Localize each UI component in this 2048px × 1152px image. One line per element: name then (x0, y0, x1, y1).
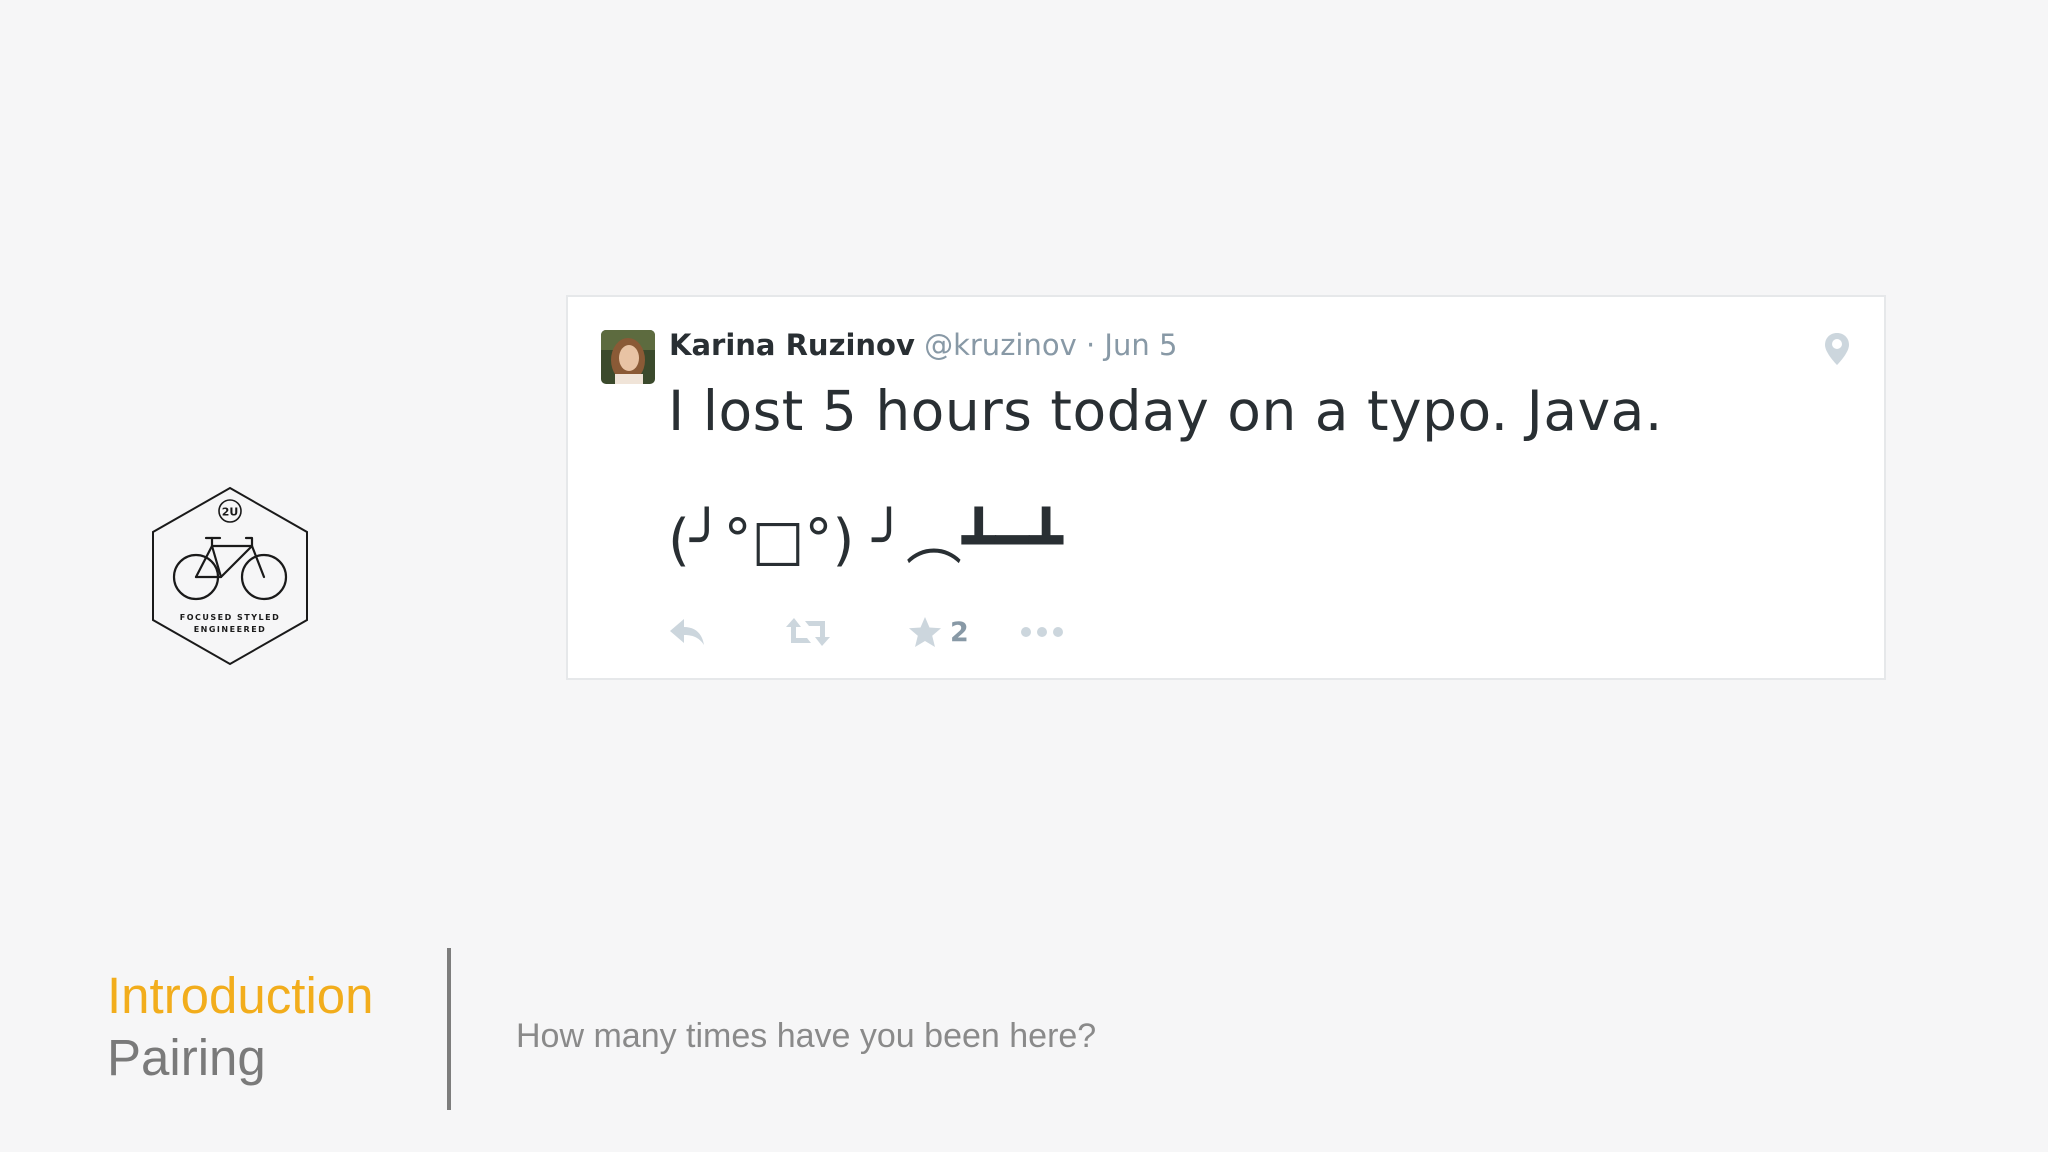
favorite-button[interactable]: 2 (908, 612, 969, 652)
tweet-card: Karina Ruzinov @kruzinov · Jun 5 I lost … (566, 295, 1886, 680)
retweet-icon (785, 616, 831, 648)
avatar[interactable] (601, 330, 655, 384)
tweet-header: Karina Ruzinov @kruzinov · Jun 5 (669, 327, 1177, 363)
reply-button[interactable] (668, 612, 706, 652)
map-pin-icon[interactable] (1824, 332, 1850, 366)
retweet-button[interactable] (785, 612, 831, 652)
brand-badge-logo: 2U FOCUSED STYLED ENGINEERED (150, 486, 310, 666)
slide-question: How many times have you been here? (516, 1017, 1097, 1055)
reply-icon (668, 617, 706, 647)
tweet-emoticon: (╯°□°) ╯︵┻━┻ (668, 508, 1063, 573)
tweet-date[interactable]: Jun 5 (1104, 328, 1177, 362)
more-options-button[interactable] (1020, 612, 1064, 652)
footer-divider (447, 948, 451, 1110)
svg-text:ENGINEERED: ENGINEERED (194, 625, 267, 634)
header-separator: · (1085, 328, 1096, 362)
more-dots-icon (1020, 626, 1064, 638)
svg-text:FOCUSED STYLED: FOCUSED STYLED (180, 613, 281, 622)
section-subtitle: Pairing (107, 1029, 266, 1086)
section-title: Introduction (107, 967, 374, 1024)
star-icon (908, 616, 942, 648)
author-handle[interactable]: @kruzinov (924, 328, 1077, 362)
author-name[interactable]: Karina Ruzinov (669, 328, 915, 362)
favorite-count: 2 (950, 616, 969, 648)
svg-text:2U: 2U (222, 506, 239, 519)
tweet-text: I lost 5 hours today on a typo. Java. (668, 379, 1663, 443)
